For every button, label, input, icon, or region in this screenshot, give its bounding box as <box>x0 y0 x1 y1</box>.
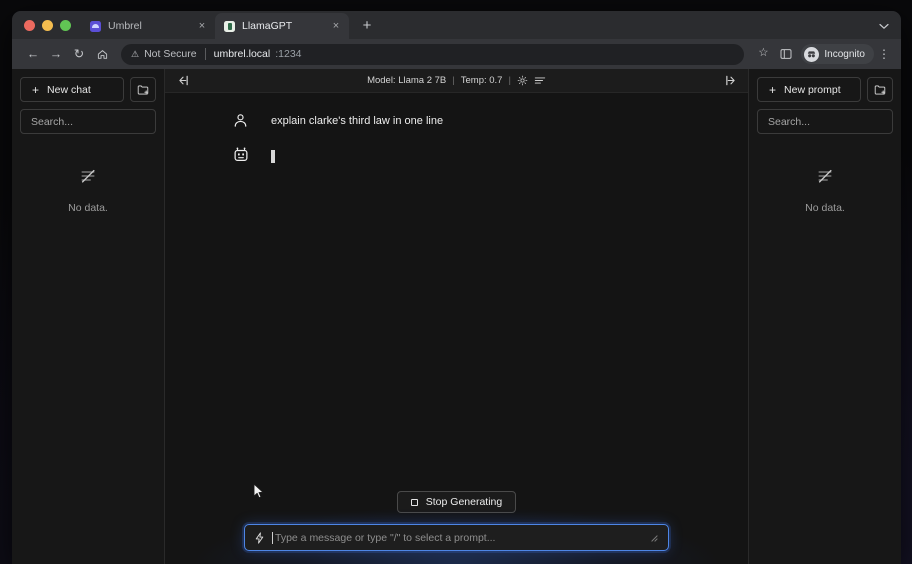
gear-icon[interactable] <box>517 75 528 86</box>
address-bar[interactable]: ⚠ Not Secure umbrel.local :1234 <box>121 43 745 65</box>
new-prompt-label: New prompt <box>784 83 841 96</box>
sidebar-left-top-row: + New chat <box>20 77 156 102</box>
temperature-label: Temp: 0.7 <box>460 75 503 86</box>
security-status-text: Not Secure <box>144 48 197 60</box>
omnibox-divider <box>204 48 206 60</box>
back-button[interactable]: ← <box>22 43 44 65</box>
message-text: explain clarke's third law in one line <box>271 115 444 127</box>
new-prompt-button[interactable]: + New prompt <box>757 77 861 102</box>
prompts-search-input[interactable]: Search... <box>757 109 893 134</box>
maximize-window-button[interactable] <box>60 20 71 31</box>
no-data-icon <box>79 167 97 190</box>
chats-sidebar: + New chat Search... No data. <box>12 69 165 564</box>
incognito-spy-icon <box>804 46 820 62</box>
prompts-sidebar: + New prompt Search... No data. <box>748 69 901 564</box>
minimize-window-button[interactable] <box>42 20 53 31</box>
browser-tab-umbrel[interactable]: Umbrel × <box>81 13 215 39</box>
composer-area: Stop Generating Type a message or type "… <box>165 490 748 564</box>
message-input-placeholder: Type a message or type "/" to select a p… <box>275 531 496 544</box>
chat-header-bar: Model: Llama 2 7B | Temp: 0.7 | <box>165 69 748 93</box>
llamagpt-favicon-icon <box>224 20 235 32</box>
close-tab-icon[interactable]: × <box>329 19 343 33</box>
user-icon <box>232 113 249 130</box>
chat-main-panel: Model: Llama 2 7B | Temp: 0.7 | explain … <box>165 69 748 564</box>
collapse-right-sidebar-button[interactable] <box>722 72 740 90</box>
close-tab-icon[interactable]: × <box>195 19 209 33</box>
new-chat-folder-button[interactable] <box>130 77 156 102</box>
message-input-box[interactable]: Type a message or type "/" to select a p… <box>244 524 669 551</box>
no-data-label: No data. <box>805 202 845 214</box>
browser-tab-strip: Umbrel × LlamaGPT × + <box>12 11 901 39</box>
incognito-label: Incognito <box>824 48 865 60</box>
no-data-label: No data. <box>68 202 108 214</box>
stop-generating-row: Stop Generating <box>165 491 748 513</box>
chevron-down-icon[interactable] <box>879 23 889 33</box>
stop-generating-button[interactable]: Stop Generating <box>396 491 517 513</box>
close-window-button[interactable] <box>24 20 35 31</box>
tab-label: LlamaGPT <box>242 20 293 32</box>
lightning-bolt-icon[interactable] <box>254 531 265 544</box>
tab-label: Umbrel <box>108 20 142 32</box>
new-chat-label: New chat <box>47 83 91 96</box>
side-panel-icon[interactable] <box>775 43 797 65</box>
plus-icon: + <box>32 82 40 97</box>
reload-button[interactable]: ↻ <box>68 43 90 65</box>
typing-caret <box>271 150 275 163</box>
header-separator: | <box>508 75 511 86</box>
browser-menu-icon[interactable]: ⋮ <box>875 43 893 65</box>
browser-tab-llamagpt[interactable]: LlamaGPT × <box>215 13 349 39</box>
chats-search-input[interactable]: Search... <box>20 109 156 134</box>
chat-message-user: explain clarke's third law in one line <box>165 104 748 138</box>
new-tab-button[interactable]: + <box>355 13 379 37</box>
not-secure-warning-icon: ⚠ <box>131 48 140 59</box>
forward-button[interactable]: → <box>45 43 67 65</box>
window-traffic-lights <box>16 20 81 39</box>
model-label: Model: Llama 2 7B <box>367 75 447 86</box>
chat-message-list: explain clarke's third law in one line <box>165 93 748 491</box>
browser-toolbar: ← → ↻ ⚠ Not Secure umbrel.local :1234 ☆ <box>12 39 901 69</box>
stop-generating-label: Stop Generating <box>425 496 503 508</box>
plus-icon: + <box>769 82 777 97</box>
bookmark-star-icon[interactable]: ☆ <box>752 43 774 65</box>
browser-window: Umbrel × LlamaGPT × + ← → ↻ ⚠ Not Secure… <box>12 11 901 564</box>
new-chat-button[interactable]: + New chat <box>20 77 124 102</box>
url-port-text: :1234 <box>275 48 302 60</box>
resize-grip-icon[interactable] <box>649 533 658 542</box>
bot-icon <box>232 147 249 164</box>
list-icon[interactable] <box>534 75 546 86</box>
sidebar-right-top-row: + New prompt <box>757 77 893 102</box>
chats-empty-state: No data. <box>20 134 156 564</box>
url-host-text: umbrel.local <box>213 48 271 60</box>
input-text-caret <box>272 531 273 544</box>
chat-message-assistant <box>165 138 748 177</box>
incognito-indicator[interactable]: Incognito <box>801 44 874 64</box>
home-button[interactable] <box>91 43 113 65</box>
chat-header-meta: Model: Llama 2 7B | Temp: 0.7 | <box>165 75 748 86</box>
new-prompt-folder-button[interactable] <box>867 77 893 102</box>
header-separator: | <box>452 75 455 86</box>
page-viewport: + New chat Search... No data. Model: Lla… <box>12 69 901 564</box>
stop-square-icon <box>410 498 418 506</box>
umbrel-favicon-icon <box>90 20 101 32</box>
prompts-empty-state: No data. <box>757 134 893 564</box>
no-data-icon <box>816 167 834 190</box>
message-text <box>271 146 275 169</box>
collapse-left-sidebar-button[interactable] <box>173 72 191 90</box>
desktop-background: Umbrel × LlamaGPT × + ← → ↻ ⚠ Not Secure… <box>0 0 912 564</box>
